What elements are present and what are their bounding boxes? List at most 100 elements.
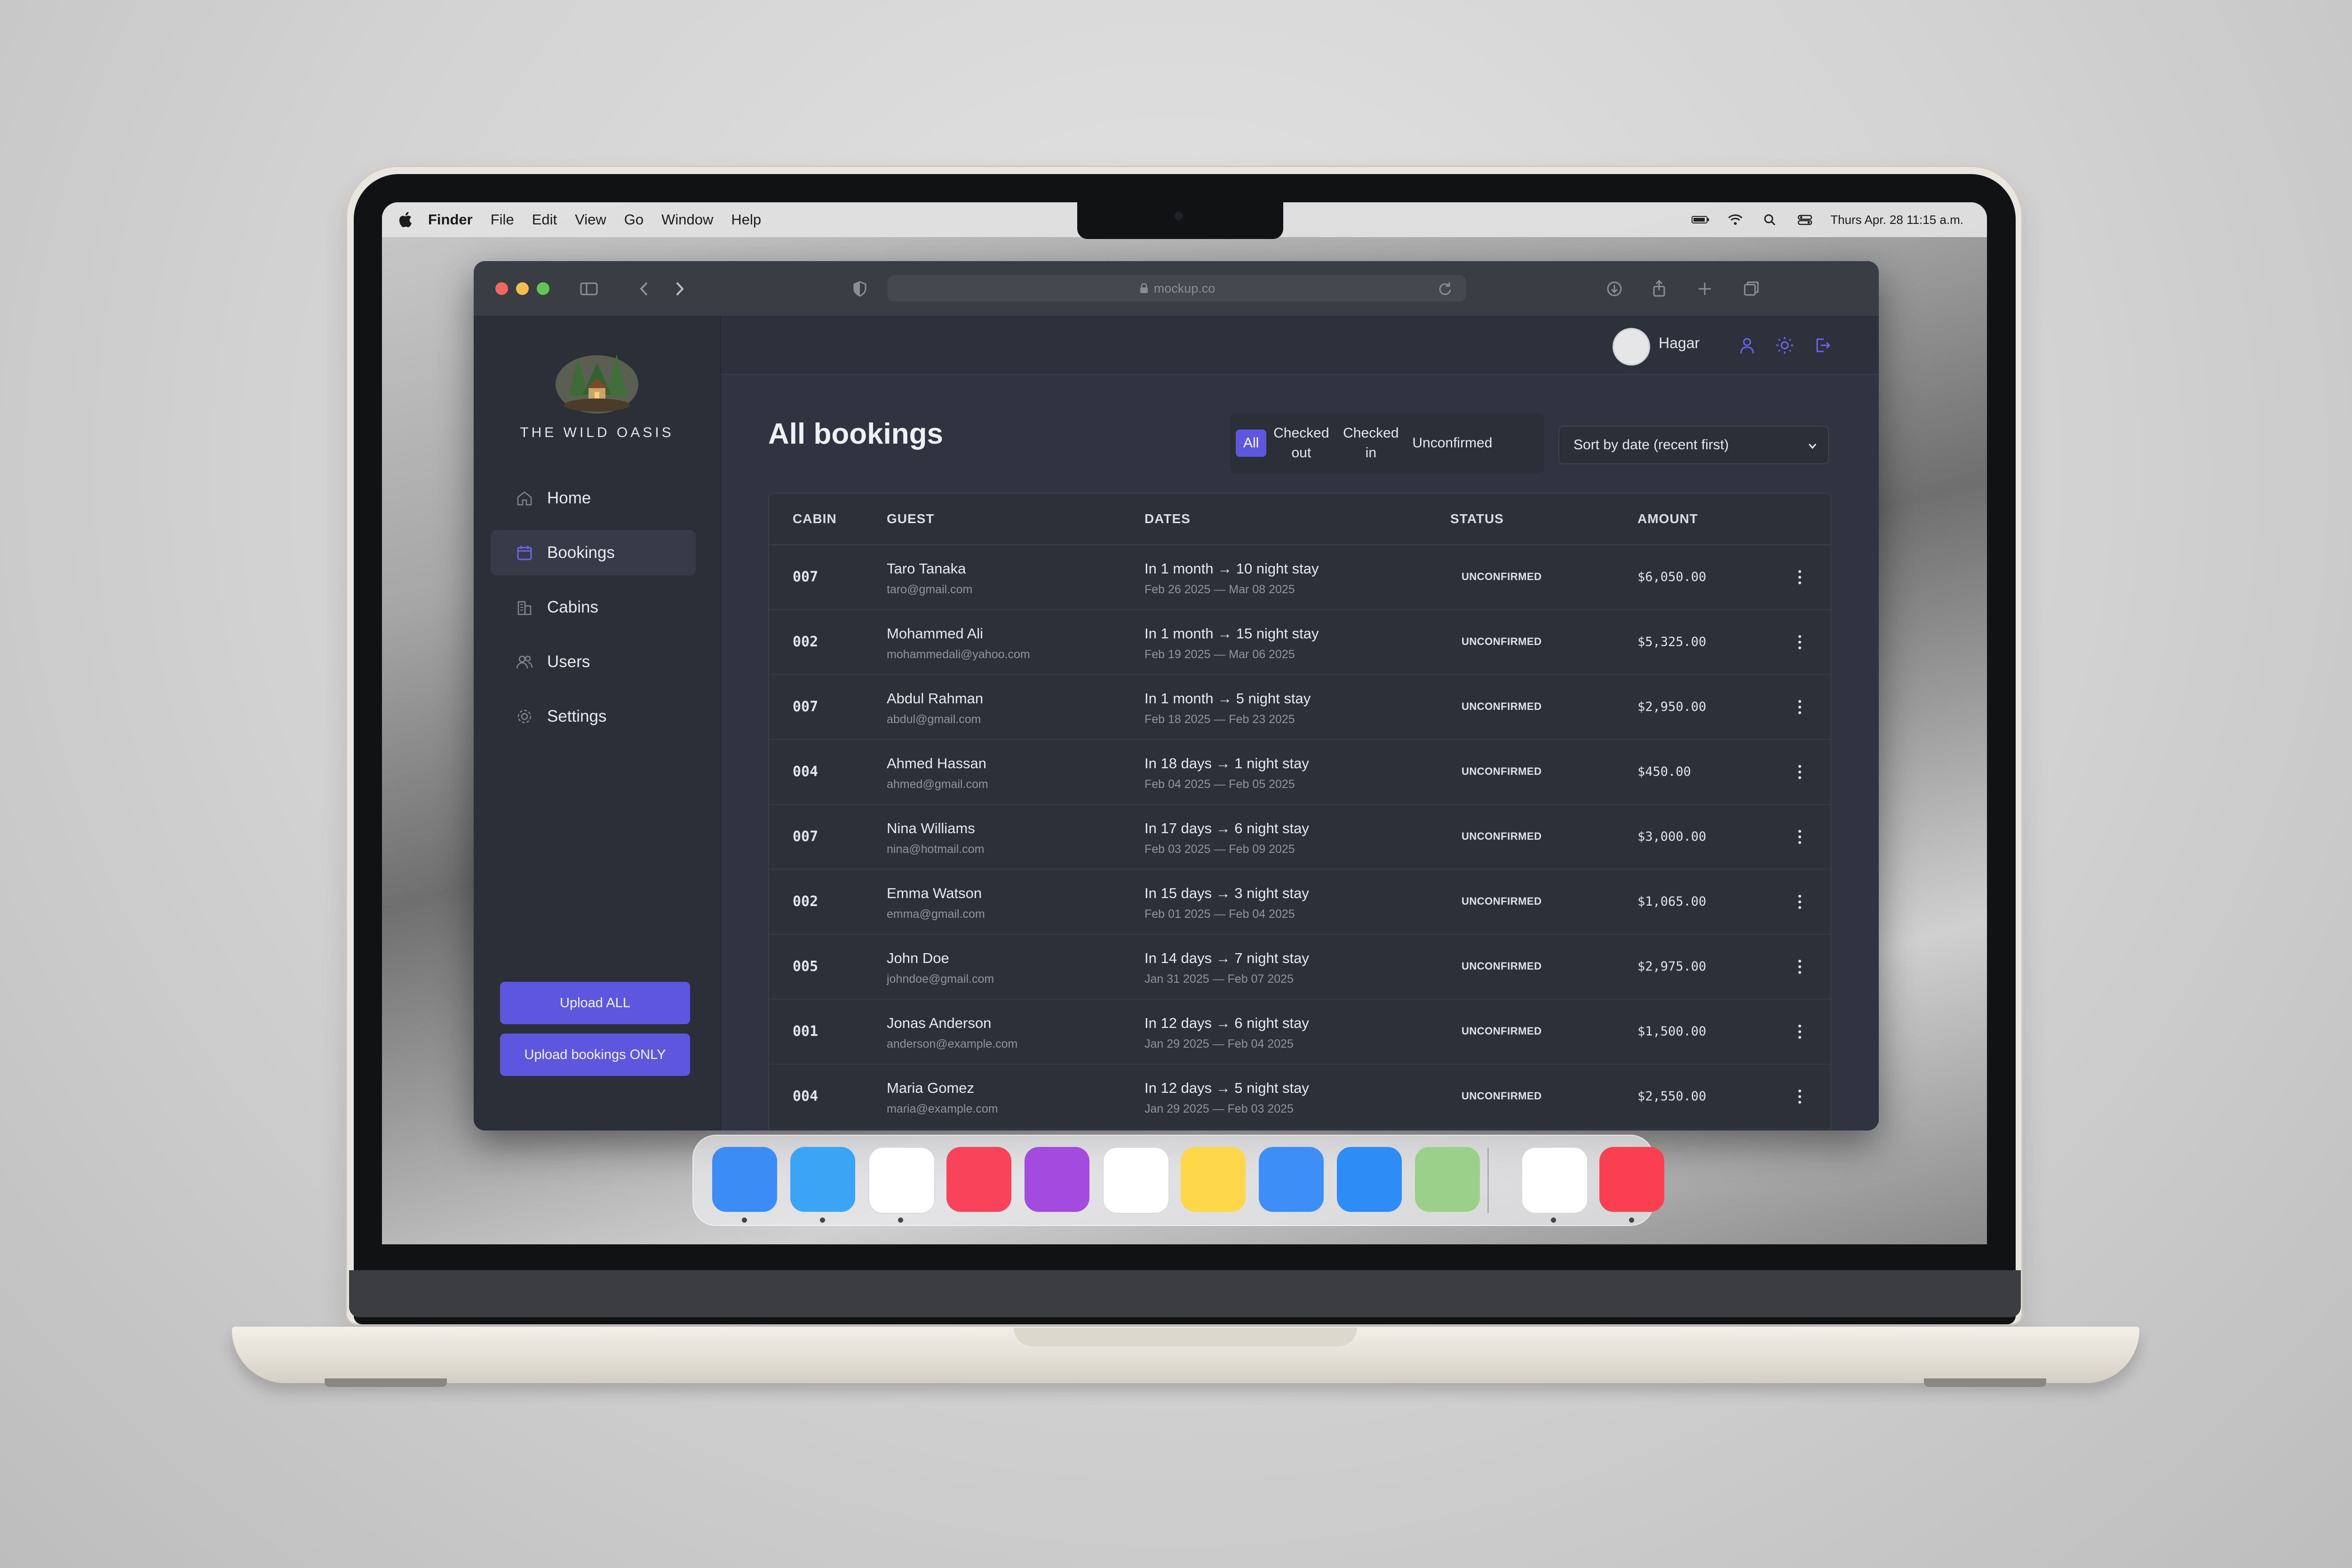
table-row[interactable]: 002 Mohammed Ali mohammedali@yahoo.com In 1… xyxy=(769,610,1830,675)
sidebar-item-settings[interactable]: Settings xyxy=(491,694,696,739)
more-options-icon[interactable] xyxy=(1796,1022,1804,1041)
more-options-icon[interactable] xyxy=(1796,698,1804,716)
wifi-icon[interactable] xyxy=(1726,212,1745,227)
booking-amount: $450.00 xyxy=(1637,764,1691,779)
sidebar-item-users[interactable]: Users xyxy=(491,639,696,685)
reminders-icon[interactable] xyxy=(1103,1147,1169,1214)
sidebar-item-bookings[interactable]: Bookings xyxy=(491,530,696,575)
tab-overview-icon[interactable] xyxy=(1739,277,1763,301)
close-window-button[interactable] xyxy=(495,282,508,295)
new-tab-icon[interactable] xyxy=(1693,277,1716,301)
filter-unconfirmed-button[interactable]: Unconfirmed xyxy=(1406,433,1499,453)
filter-checked-out-button[interactable]: Checked out xyxy=(1266,423,1336,463)
battery-icon[interactable] xyxy=(1691,212,1710,227)
back-chevron-icon[interactable] xyxy=(633,277,656,301)
search-icon[interactable] xyxy=(1761,212,1780,227)
music-icon[interactable] xyxy=(946,1147,1011,1212)
menu-file[interactable]: File xyxy=(491,211,514,228)
finder-icon[interactable] xyxy=(712,1147,777,1212)
avatar[interactable] xyxy=(1613,328,1650,366)
user-name: Hagar xyxy=(1659,334,1700,351)
forward-chevron-icon[interactable] xyxy=(667,277,691,301)
table-body: 007 Taro Tanaka taro@gmail.com In 1 month →… xyxy=(769,545,1830,1130)
more-options-icon[interactable] xyxy=(1796,892,1804,911)
more-options-icon[interactable] xyxy=(1796,828,1804,846)
apple-logo-icon[interactable] xyxy=(396,210,416,230)
status-badge: UNCONFIRMED xyxy=(1462,830,1542,842)
laptop-foot-left xyxy=(325,1378,447,1387)
menu-help[interactable]: Help xyxy=(731,211,761,228)
address-bar[interactable]: mockup.co xyxy=(888,275,1466,302)
logo-text: THE WILD OASIS xyxy=(520,425,674,440)
sort-select[interactable]: Sort by date (recent first) xyxy=(1558,426,1829,464)
download-icon[interactable] xyxy=(1603,277,1626,301)
table-row[interactable]: 007 Taro Tanaka taro@gmail.com In 1 month →… xyxy=(769,545,1830,610)
cabin-number: 004 xyxy=(793,764,818,780)
date-range: Feb 18 2025 — Feb 23 2025 xyxy=(1144,713,1295,726)
sidebar-item-label: Settings xyxy=(547,707,607,725)
sidebar-item-label: Cabins xyxy=(547,598,598,616)
booking-amount: $1,500.00 xyxy=(1637,1024,1707,1039)
guest-name: Nina Williams xyxy=(887,820,975,836)
sidebar-toggle-icon[interactable] xyxy=(577,277,601,301)
sidebar: THE WILD OASIS Home Bookings Cabins User… xyxy=(474,316,721,1130)
app-store-icon[interactable] xyxy=(1337,1147,1402,1212)
cabin-number: 001 xyxy=(793,1023,818,1040)
guest-email: maria@example.com xyxy=(887,1102,998,1115)
table-header: CABIN GUEST DATES STATUS AMOUNT xyxy=(769,493,1830,545)
table-row[interactable]: 004 Maria Gomez maria@example.com In 12 day… xyxy=(769,1065,1830,1130)
logout-icon[interactable] xyxy=(1812,335,1832,355)
table-row[interactable]: 002 Emma Watson emma@gmail.com In 15 days →… xyxy=(769,870,1830,935)
maps-icon[interactable] xyxy=(1415,1147,1480,1212)
table-row[interactable]: 007 Nina Williams nina@hotmail.com In 17 da… xyxy=(769,805,1830,870)
photos-icon[interactable] xyxy=(1521,1147,1588,1214)
reload-icon[interactable] xyxy=(1433,277,1457,301)
date-range: Jan 31 2025 — Feb 07 2025 xyxy=(1144,972,1294,986)
table-row[interactable]: 001 Jonas Anderson anderson@example.com In … xyxy=(769,1000,1830,1065)
dock-running-indicator xyxy=(820,1218,825,1223)
more-options-icon[interactable] xyxy=(1796,1087,1804,1106)
user-icon[interactable] xyxy=(1737,335,1757,355)
minimize-window-button[interactable] xyxy=(516,282,529,295)
booking-amount: $2,975.00 xyxy=(1637,959,1707,974)
share-icon[interactable] xyxy=(1647,277,1671,301)
sidebar-item-cabins[interactable]: Cabins xyxy=(491,585,696,630)
sun-icon[interactable] xyxy=(1775,335,1795,355)
slack-icon[interactable] xyxy=(868,1147,935,1214)
menu-bar-clock[interactable]: Thurs Apr. 28 11:15 a.m. xyxy=(1830,213,1963,227)
upload-all-button[interactable]: Upload ALL xyxy=(500,982,690,1024)
news-icon[interactable] xyxy=(1599,1147,1664,1212)
safari-icon[interactable] xyxy=(790,1147,855,1212)
menu-view[interactable]: View xyxy=(575,211,606,228)
zoom-window-button[interactable] xyxy=(537,282,549,295)
more-options-icon[interactable] xyxy=(1796,568,1804,587)
control-center-icon[interactable] xyxy=(1796,212,1814,227)
menu-edit[interactable]: Edit xyxy=(532,211,557,228)
table-row[interactable]: 007 Abdul Rahman abdul@gmail.com In 1 month… xyxy=(769,675,1830,740)
mail-icon[interactable] xyxy=(1259,1147,1324,1212)
menu-window[interactable]: Window xyxy=(661,211,713,228)
laptop-chin xyxy=(349,1270,2021,1317)
more-options-icon[interactable] xyxy=(1796,763,1804,781)
cabin-number: 005 xyxy=(793,958,818,975)
camera-icon xyxy=(1175,212,1183,220)
booking-amount: $2,950.00 xyxy=(1637,700,1707,714)
table-row[interactable]: 004 Ahmed Hassan ahmed@gmail.com In 18 days… xyxy=(769,740,1830,805)
browser-window: mockup.co THE WILD OASIS Home Bookings C… xyxy=(474,261,1879,1130)
notes-icon[interactable] xyxy=(1181,1147,1246,1212)
guest-name: Abdul Rahman xyxy=(887,690,984,707)
privacy-shield-icon[interactable] xyxy=(848,277,872,301)
wild-oasis-logo-icon[interactable] xyxy=(550,339,644,414)
filter-all-button[interactable]: All xyxy=(1236,430,1267,457)
more-options-icon[interactable] xyxy=(1796,957,1804,976)
menu-go[interactable]: Go xyxy=(624,211,644,228)
menu-finder[interactable]: Finder xyxy=(428,211,473,228)
sidebar-item-label: Home xyxy=(547,489,591,507)
cabin-number: 007 xyxy=(793,828,818,845)
more-options-icon[interactable] xyxy=(1796,633,1804,652)
podcasts-icon[interactable] xyxy=(1025,1147,1089,1212)
upload-bookings-button[interactable]: Upload bookings ONLY xyxy=(500,1034,690,1076)
table-row[interactable]: 005 John Doe johndoe@gmail.com In 14 days →… xyxy=(769,935,1830,1000)
filter-checked-in-button[interactable]: Checked in xyxy=(1336,423,1406,463)
sidebar-item-home[interactable]: Home xyxy=(491,476,696,521)
